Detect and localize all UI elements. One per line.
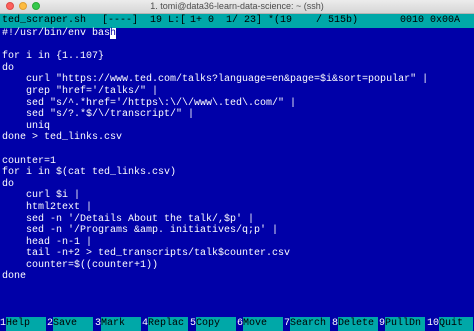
- status-column: 19 L:[: [150, 15, 187, 26]
- function-key-help[interactable]: 1 Help: [0, 317, 47, 331]
- text-cursor: h: [110, 28, 117, 39]
- function-key-copy[interactable]: 5 Copy: [190, 317, 237, 331]
- function-key-label: Move: [243, 317, 284, 331]
- code-line: done > ted_links.csv: [2, 132, 123, 144]
- code-line: counter=$((counter+1)): [2, 259, 159, 271]
- code-line: for i in $(cat ted_links.csv): [2, 167, 177, 179]
- code-line: uniq: [2, 120, 51, 132]
- code-line: curl $i |: [2, 190, 81, 202]
- editor-status-bar: ted_scraper.sh [----] 19 L:[ 1+ 0 1/ 23]…: [0, 14, 474, 28]
- function-key-label: PullDn: [385, 317, 426, 331]
- code-line: tail -n+2 > ted_transcripts/talk$counter…: [2, 248, 291, 260]
- code-line: do: [2, 62, 15, 74]
- function-key-label: Search: [290, 317, 331, 331]
- status-bytes: / 515b): [316, 15, 359, 26]
- function-key-pulldn[interactable]: 9 PullDn: [379, 317, 426, 331]
- function-key-label: Copy: [196, 317, 237, 331]
- function-key-search[interactable]: 7 Search: [284, 317, 331, 331]
- function-key-save[interactable]: 2 Save: [47, 317, 94, 331]
- status-filename: ted_scraper.sh: [2, 15, 87, 26]
- code-line-text: #!/usr/bin/env bas: [2, 28, 111, 39]
- code-line: for i in {1..107}: [2, 51, 105, 63]
- function-key-label: Delete: [338, 317, 379, 331]
- status-char-code: 0010 0x00A: [400, 15, 461, 26]
- status-flags: [----]: [102, 15, 139, 26]
- function-key-quit[interactable]: 10 Quit: [427, 317, 474, 331]
- code-line: done: [2, 271, 27, 283]
- code-line: curl "https://www.ted.com/talks?language…: [2, 74, 429, 86]
- function-key-label: Replac: [148, 317, 189, 331]
- code-line: html2text |: [2, 201, 93, 213]
- function-key-number: 10: [427, 318, 440, 329]
- code-line: grep "href='/talks/" |: [2, 85, 159, 97]
- window-title: 1. tomi@data36-learn-data-science: ~ (ss…: [150, 1, 324, 11]
- function-key-label: Quit: [439, 317, 474, 331]
- code-line: sed -n '/Details About the talk/,$p' |: [2, 213, 255, 225]
- function-key-label: Help: [6, 317, 47, 331]
- function-key-delete[interactable]: 8 Delete: [332, 317, 379, 331]
- terminal-window: 1. tomi@data36-learn-data-science: ~ (ss…: [0, 0, 474, 331]
- code-line: do: [2, 178, 15, 190]
- code-line: sed -n '/Programs &amp. initiatives/q;p'…: [2, 225, 279, 237]
- function-key-mark[interactable]: 3 Mark: [95, 317, 142, 331]
- code-line: sed "s/^.*href='/https\:\/\/www\.ted\.co…: [2, 97, 297, 109]
- code-line: sed "s/?.*$/\/transcript/" |: [2, 109, 195, 121]
- code-line: #!/usr/bin/env bash: [2, 28, 472, 40]
- code-line: counter=1: [2, 155, 57, 167]
- function-key-replac[interactable]: 4 Replac: [142, 317, 189, 331]
- editor-area[interactable]: ted_scraper.sh [----] 19 L:[ 1+ 0 1/ 23]…: [0, 14, 474, 331]
- status-line-info: 1/ 23] *(19: [226, 15, 293, 26]
- title-bar: 1. tomi@data36-learn-data-science: ~ (ss…: [0, 0, 474, 14]
- code-text[interactable]: #!/usr/bin/env bash for i in {1..107} do …: [2, 28, 472, 283]
- code-line: head -n-1 |: [2, 236, 93, 248]
- function-key-move[interactable]: 6 Move: [237, 317, 284, 331]
- function-key-label: Save: [53, 317, 94, 331]
- function-key-label: Mark: [101, 317, 142, 331]
- status-lines: 1+ 0: [190, 15, 215, 26]
- function-key-bar: 1 Help 2 Save 3 Mark 4 Replac 5 Copy 6 Move 7 Search 8…: [0, 317, 474, 331]
